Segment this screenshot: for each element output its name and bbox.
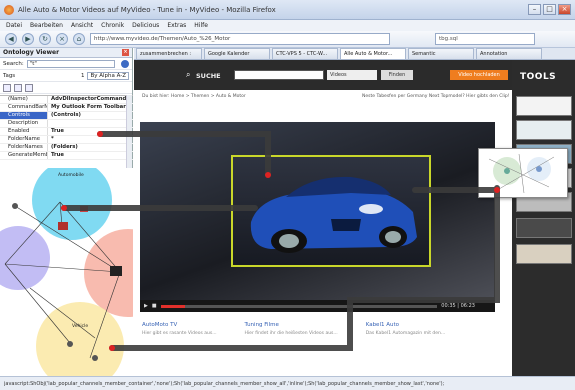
connector-bottom-to-minimap [109, 185, 500, 351]
connector-dot-1 [97, 131, 103, 137]
connector-controls-to-box [97, 131, 271, 178]
connector-overlay [61, 131, 500, 351]
status-text: javascript:ShObj('lab_popular_channels_m… [4, 380, 445, 387]
connector-dot-4 [109, 345, 115, 351]
connector-dot-3 [265, 172, 271, 178]
connector-dot-5 [494, 187, 500, 193]
connector-dot-2 [61, 205, 67, 211]
status-bar: javascript:ShObj('lab_popular_channels_m… [0, 376, 575, 390]
